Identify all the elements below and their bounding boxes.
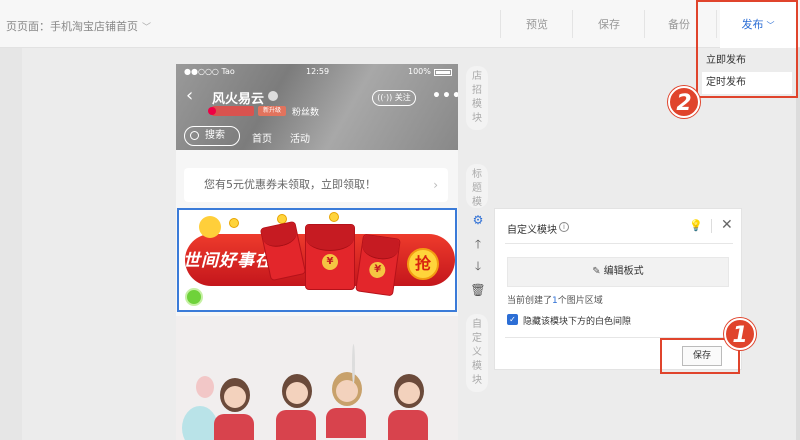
balloon-icon [182, 406, 218, 440]
coupon-text: 您有5元优惠券未领取，立即领取！ [204, 178, 376, 191]
new-upgrade-tag: 新升级 [258, 106, 286, 116]
divider [505, 243, 733, 244]
arrow-down-icon[interactable]: 🡓 [470, 258, 486, 274]
kids-photo [176, 316, 458, 440]
time-text: 12:59 [306, 67, 330, 76]
coupon-banner[interactable]: 您有5元优惠券未领取，立即领取！ › [184, 168, 448, 202]
checkbox-icon[interactable]: ✓ [507, 314, 518, 325]
follow-label: 关注 [394, 93, 411, 102]
created-areas-text: 当前创建了1个图片区域 [507, 296, 603, 306]
page-selector[interactable]: 页页面：手机淘宝店铺首页 ﹀ [6, 18, 151, 34]
scrollbar[interactable] [796, 48, 800, 440]
grab-badge: 抢 [407, 248, 439, 280]
shop-name: 风火易云 [212, 92, 265, 107]
left-strip [0, 48, 22, 440]
page-label: 页页面：手机淘宝店铺首页 [6, 20, 138, 33]
edit-layout-button[interactable]: ✎ 编辑板式 [507, 257, 729, 287]
coin-icon [229, 218, 239, 228]
search-label: 搜索 [205, 130, 225, 141]
phone-preview: ●●○○○ Tao 12:59 100% ‹ 风火易云 新升级 粉丝数 ((·)… [176, 64, 458, 440]
step-badge-1: 1 [724, 318, 756, 350]
bulb-icon[interactable]: 💡 [689, 219, 703, 232]
step-badge-2: 2 [668, 86, 700, 118]
divider [500, 10, 501, 38]
battery-text: 100% [408, 67, 431, 76]
edit-layout-label: 编辑板式 [603, 266, 644, 277]
side-label-title[interactable]: 标题模 [466, 164, 488, 208]
save-button[interactable]: 保存 [578, 0, 640, 48]
top-bar: 页页面：手机淘宝店铺首页 ﹀ 预览 保存 备份 发布 ﹀ [0, 0, 800, 48]
fans-label: 粉丝数 [292, 108, 320, 118]
panel-title: 自定义模块 [507, 225, 557, 236]
chevron-down-icon: ﹀ [142, 23, 152, 33]
red-envelope-icon: ¥ [305, 224, 355, 290]
trash-icon[interactable]: 🗑 [470, 282, 486, 298]
pen-icon: ✎ [592, 266, 601, 277]
custom-banner-module[interactable]: 世间好事在此 ¥ ¥ 抢 [177, 208, 457, 312]
chevron-right-icon: › [433, 178, 438, 192]
preview-button[interactable]: 预览 [506, 0, 568, 48]
search-icon [190, 131, 199, 140]
coin-icon [329, 212, 339, 222]
side-label-shop-sign[interactable]: 店招模块 [466, 66, 488, 130]
balloon-icon [196, 376, 214, 398]
smiley-icon [199, 216, 221, 238]
status-bar: ●●○○○ Tao 12:59 100% [176, 66, 458, 80]
arrow-up-icon[interactable]: 🡑 [470, 236, 486, 252]
verified-icon [268, 91, 278, 101]
nav-home[interactable]: 首页 [252, 130, 272, 145]
gear-icon[interactable]: ⚙ [470, 212, 486, 228]
follow-button[interactable]: ((·)) 关注 [372, 90, 416, 106]
battery-icon [434, 69, 452, 76]
search-box[interactable]: 搜索 [184, 126, 240, 146]
shop-level-tag [208, 106, 254, 116]
shop-sign-module[interactable]: ●●○○○ Tao 12:59 100% ‹ 风火易云 新升级 粉丝数 ((·)… [176, 64, 458, 150]
back-icon[interactable]: ‹ [186, 86, 193, 106]
red-envelope-icon: ¥ [355, 233, 401, 297]
close-icon[interactable]: ✕ [721, 217, 733, 233]
hide-gap-label[interactable]: 隐藏该模块下方的白色间隙 [523, 314, 631, 327]
divider [644, 10, 645, 38]
more-icon[interactable]: ••• [432, 88, 458, 104]
info-icon[interactable]: i [559, 222, 569, 232]
highlight-box-publish [696, 0, 798, 98]
side-label-custom[interactable]: 自定义模块 [466, 314, 488, 392]
carrier-text: ●●○○○ Tao [184, 67, 235, 76]
divider [572, 10, 573, 38]
nav-activity[interactable]: 活动 [290, 130, 310, 145]
ball-icon [185, 288, 203, 306]
confetti [352, 344, 355, 384]
divider [711, 219, 712, 233]
